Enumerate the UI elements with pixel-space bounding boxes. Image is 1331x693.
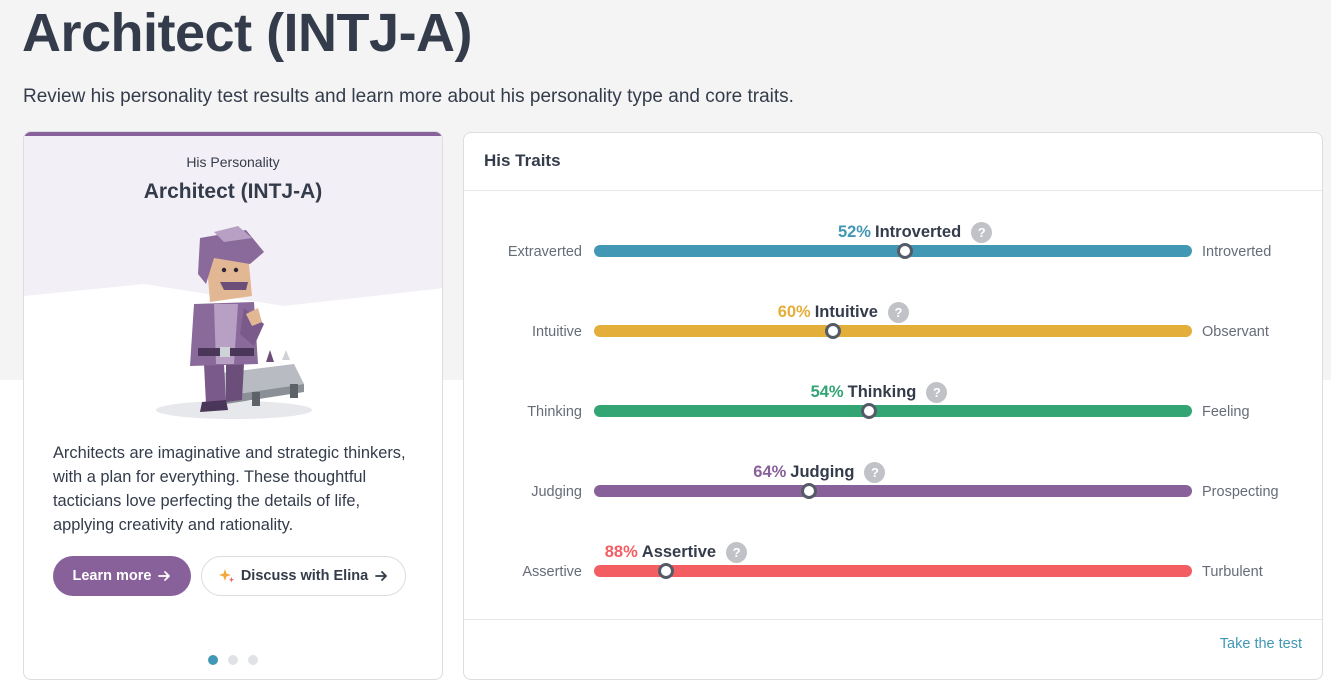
- trait-left-pole: Assertive: [522, 564, 582, 580]
- help-icon[interactable]: ?: [726, 541, 748, 563]
- trait-row-introverted: 52% Introverted? Extraverted Introverted: [464, 220, 1322, 280]
- trait-name: Judging: [790, 462, 855, 481]
- help-icon[interactable]: ?: [971, 221, 993, 243]
- take-the-test-link[interactable]: Take the test: [1220, 636, 1302, 652]
- trait-bar: [594, 565, 1192, 577]
- trait-bar: [594, 485, 1192, 497]
- trait-percent: 60%: [777, 302, 811, 321]
- trait-percent: 64%: [753, 462, 787, 481]
- trait-heading: 88% Assertive?: [604, 540, 748, 564]
- page-subtitle: Review his personality test results and …: [23, 86, 794, 107]
- help-icon[interactable]: ?: [887, 301, 909, 323]
- carousel-dots: [208, 655, 258, 665]
- learn-more-button[interactable]: Learn more: [53, 556, 191, 596]
- discuss-button[interactable]: Discuss with Elina: [201, 556, 406, 596]
- trait-left-pole: Judging: [531, 484, 582, 500]
- trait-row-judging: 64% Judging? Judging Prospecting: [464, 460, 1322, 520]
- trait-marker: [825, 323, 842, 339]
- trait-right-pole: Turbulent: [1202, 564, 1263, 580]
- architect-illustration: [156, 226, 312, 419]
- traits-card-divider: [464, 619, 1322, 620]
- trait-percent: 88%: [604, 542, 638, 561]
- arrow-right-icon: [375, 571, 388, 581]
- carousel-dot-3[interactable]: [248, 655, 258, 665]
- trait-row-assertive: 88% Assertive? Assertive Turbulent: [464, 540, 1322, 600]
- trait-heading: 64% Judging?: [753, 460, 886, 484]
- carousel-dot-2[interactable]: [228, 655, 238, 665]
- trait-bar: [594, 325, 1192, 337]
- trait-row-thinking: 54% Thinking? Thinking Feeling: [464, 380, 1322, 440]
- trait-heading: 54% Thinking?: [811, 380, 948, 404]
- trait-right-pole: Observant: [1202, 324, 1269, 340]
- trait-right-pole: Feeling: [1202, 404, 1250, 420]
- trait-marker: [896, 243, 913, 259]
- traits-card: His Traits 52% Introverted? Extraverted Int…: [463, 132, 1323, 680]
- trait-name: Introverted: [874, 222, 962, 241]
- trait-bar: [594, 245, 1192, 257]
- trait-left-pole: Extraverted: [507, 244, 582, 260]
- trait-percent: 54%: [810, 382, 844, 401]
- arrow-right-icon: [158, 571, 171, 581]
- personality-type-name: Architect (INTJ-A): [143, 180, 323, 203]
- help-icon[interactable]: ?: [864, 461, 886, 483]
- discuss-label: Discuss with Elina: [240, 568, 369, 584]
- sparkle-icon: [218, 569, 234, 583]
- personality-kicker: His Personality: [186, 154, 280, 170]
- help-icon[interactable]: ?: [926, 381, 948, 403]
- trait-left-pole: Thinking: [527, 404, 582, 420]
- trait-bar: [594, 405, 1192, 417]
- traits-card-title: His Traits: [484, 151, 561, 170]
- personality-card: His Personality Architect (INTJ-A) Archi…: [23, 131, 443, 680]
- personality-description: Architects are imaginative and strategic…: [53, 444, 406, 534]
- carousel-dot-1[interactable]: [208, 655, 218, 665]
- trait-percent: 52%: [837, 222, 871, 241]
- trait-marker: [861, 403, 878, 419]
- trait-left-pole: Intuitive: [532, 324, 582, 340]
- traits-card-header: His Traits: [464, 133, 1322, 191]
- trait-name: Assertive: [641, 542, 717, 561]
- trait-heading: 52% Introverted?: [837, 220, 993, 244]
- trait-row-intuitive: 60% Intuitive? Intuitive Observant: [464, 300, 1322, 360]
- learn-more-label: Learn more: [72, 568, 152, 584]
- page-title: Architect (INTJ-A): [22, 3, 473, 63]
- trait-right-pole: Prospecting: [1202, 484, 1279, 500]
- trait-heading: 60% Intuitive?: [778, 300, 909, 324]
- trait-right-pole: Introverted: [1202, 244, 1272, 260]
- trait-marker: [657, 563, 674, 579]
- trait-name: Intuitive: [814, 302, 878, 321]
- trait-marker: [801, 483, 818, 499]
- trait-name: Thinking: [847, 382, 917, 401]
